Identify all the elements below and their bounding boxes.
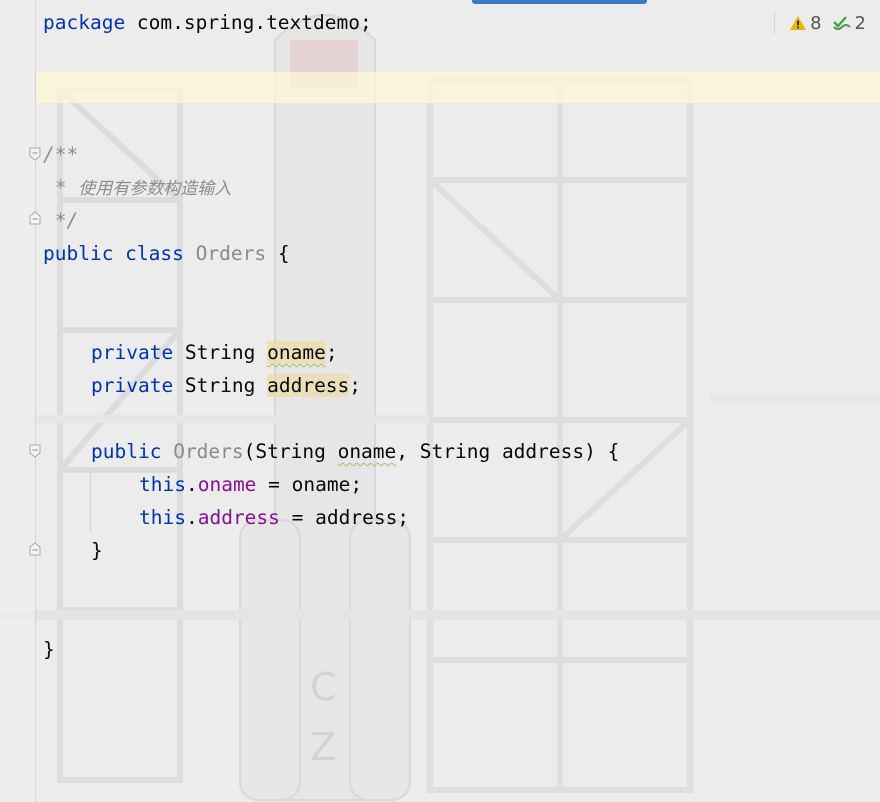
code-line-constructor[interactable]: public Orders(String oname, String addre…: [91, 435, 619, 468]
doc-comment-close: */: [43, 209, 79, 232]
param-open: (String: [243, 440, 338, 463]
param-oname: oname: [337, 440, 397, 463]
assign-rest: = oname;: [256, 473, 363, 496]
type-name: String: [173, 341, 268, 364]
keyword: public class: [43, 242, 184, 265]
code-line-doc-open[interactable]: /**: [43, 138, 78, 171]
keyword: private: [91, 374, 174, 397]
code-line-class-close[interactable]: }: [43, 633, 55, 666]
editor-gutter: [0, 0, 36, 802]
code-line-doc-text[interactable]: * 使用有参数构造输入: [43, 171, 232, 204]
class-name: Orders: [195, 242, 267, 265]
fold-open-icon[interactable]: [29, 444, 41, 458]
doc-comment-star: *: [43, 176, 79, 199]
code-line-class-decl[interactable]: public class Orders {: [43, 237, 290, 270]
dot: .: [185, 506, 198, 529]
code-line-assign-oname[interactable]: this.oname = oname;: [139, 468, 362, 501]
warnings-count: 8: [810, 12, 822, 34]
inspections-separator: [774, 12, 776, 34]
code-line-field-oname[interactable]: private String oname;: [91, 336, 338, 369]
double-check-icon: [832, 16, 851, 30]
type-name: String: [173, 374, 268, 397]
semicolon: ;: [325, 341, 338, 364]
constructor-name: Orders: [173, 440, 244, 463]
keyword-this: this: [139, 506, 186, 529]
field-name-oname: oname: [267, 341, 326, 364]
warning-triangle-icon: [790, 16, 807, 30]
code-line-field-address[interactable]: private String address;: [91, 369, 361, 402]
semicolon: ;: [349, 374, 362, 397]
code-line-assign-address[interactable]: this.address = address;: [139, 501, 409, 534]
code-line-doc-close[interactable]: */: [43, 204, 79, 237]
keyword-this: this: [139, 473, 186, 496]
active-tab-indicator: [472, 0, 647, 4]
typos-count: 2: [854, 12, 866, 34]
field-ref-oname: oname: [197, 473, 257, 496]
svg-text:Z: Z: [310, 725, 336, 769]
doc-comment-text: 使用有参数构造输入: [78, 179, 232, 199]
brace: {: [266, 242, 290, 265]
doc-comment-open: /**: [43, 143, 79, 166]
code-line-constructor-close[interactable]: }: [91, 534, 103, 567]
keyword: private: [91, 341, 174, 364]
typos-indicator[interactable]: 2: [832, 13, 866, 34]
package-name: com.spring.textdemo;: [125, 11, 372, 34]
keyword: public: [91, 440, 162, 463]
fold-close-icon[interactable]: [29, 542, 41, 556]
closing-brace: }: [43, 638, 55, 661]
param-rest: , String address) {: [396, 440, 620, 463]
field-ref-address: address: [197, 506, 280, 529]
keyword: package: [43, 11, 126, 34]
svg-text:C: C: [310, 665, 337, 709]
indent-guide: [90, 468, 91, 532]
dot: .: [185, 473, 198, 496]
warnings-indicator[interactable]: 8: [789, 12, 822, 34]
current-line-highlight: [36, 72, 880, 103]
fold-close-icon[interactable]: [29, 211, 41, 225]
code-line-package[interactable]: package com.spring.textdemo;: [43, 6, 372, 39]
fold-open-icon[interactable]: [29, 147, 41, 161]
inspections-widget[interactable]: 8 2: [774, 12, 872, 34]
assign-rest: = address;: [279, 506, 410, 529]
closing-brace: }: [91, 539, 103, 562]
field-name-address: address: [267, 374, 350, 397]
